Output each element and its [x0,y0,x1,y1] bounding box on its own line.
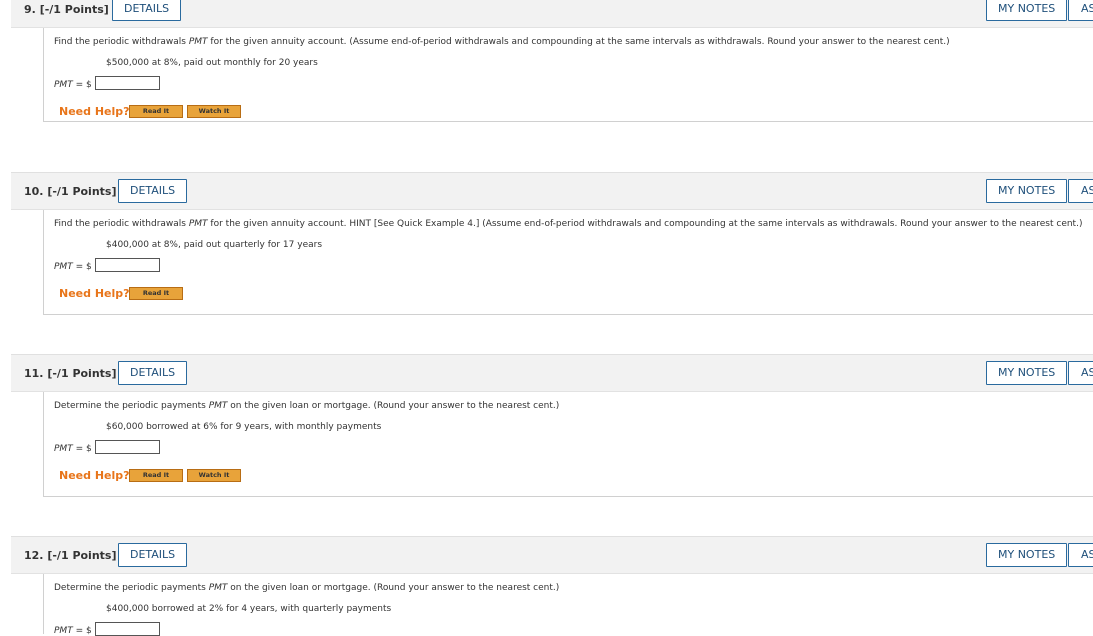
question-prompt: Determine the periodic payments PMT on t… [54,583,560,593]
read-it-button[interactable]: Read It [129,287,183,300]
pmt-label: PMT = $ [54,444,92,454]
pmt-label: PMT = $ [54,262,92,272]
question-header: 11. [-/1 Points] DETAILS MY NOTES ASK YO… [11,354,1093,392]
question-body: Find the periodic withdrawals PMT for th… [43,210,1093,315]
pmt-label: PMT = $ [54,626,92,636]
need-help-label: Need Help? [59,469,130,482]
question-prompt: Determine the periodic payments PMT on t… [54,401,560,411]
my-notes-button[interactable]: MY NOTES [986,361,1068,385]
watch-it-button[interactable]: Watch It [187,105,241,118]
question-header: 10. [-/1 Points] DETAILS MY NOTES ASK YO… [11,172,1093,210]
question-number-points: 12. [-/1 Points] [24,549,117,562]
ask-your-teacher-button[interactable]: ASK YOUR TEACHER [1068,361,1093,385]
my-notes-button[interactable]: MY NOTES [986,179,1068,203]
question-number-points: 11. [-/1 Points] [24,367,117,380]
details-button[interactable]: DETAILS [118,361,188,385]
my-notes-button[interactable]: MY NOTES [986,543,1068,567]
question-body: Find the periodic withdrawals PMT for th… [43,28,1093,122]
ask-your-teacher-button[interactable]: ASK YOUR TEACHER [1068,179,1093,203]
watch-it-button[interactable]: Watch It [187,469,241,482]
question-number-points: 10. [-/1 Points] [24,185,117,198]
read-it-button[interactable]: Read It [129,469,183,482]
given-values: $400,000 borrowed at 2% for 4 years, wit… [106,604,392,614]
question-number-points: 9. [-/1 Points] [24,3,109,16]
question-body: Determine the periodic payments PMT on t… [43,574,1093,636]
pmt-answer-input[interactable] [95,76,160,90]
given-values: $60,000 borrowed at 6% for 9 years, with… [106,422,382,432]
details-button[interactable]: DETAILS [118,543,188,567]
question-prompt: Find the periodic withdrawals PMT for th… [54,37,950,47]
pmt-answer-input[interactable] [95,440,160,454]
question-body: Determine the periodic payments PMT on t… [43,392,1093,497]
details-button[interactable]: DETAILS [118,179,188,203]
pmt-label: PMT = $ [54,80,92,90]
question-header: 9. [-/1 Points] DETAILS MY NOTES ASK YOU… [11,0,1093,28]
question-header: 12. [-/1 Points] DETAILS MY NOTES ASK YO… [11,536,1093,574]
my-notes-button[interactable]: MY NOTES [986,0,1068,21]
read-it-button[interactable]: Read It [129,105,183,118]
given-values: $500,000 at 8%, paid out monthly for 20 … [106,58,318,68]
given-values: $400,000 at 8%, paid out quarterly for 1… [106,240,323,250]
need-help-label: Need Help? [59,105,130,118]
question-prompt: Find the periodic withdrawals PMT for th… [54,219,1083,229]
pmt-answer-input[interactable] [95,258,160,272]
ask-your-teacher-button[interactable]: ASK YOUR TEACHER [1068,0,1093,21]
need-help-label: Need Help? [59,287,130,300]
ask-your-teacher-button[interactable]: ASK YOUR TEACHER [1068,543,1093,567]
details-button[interactable]: DETAILS [112,0,182,21]
